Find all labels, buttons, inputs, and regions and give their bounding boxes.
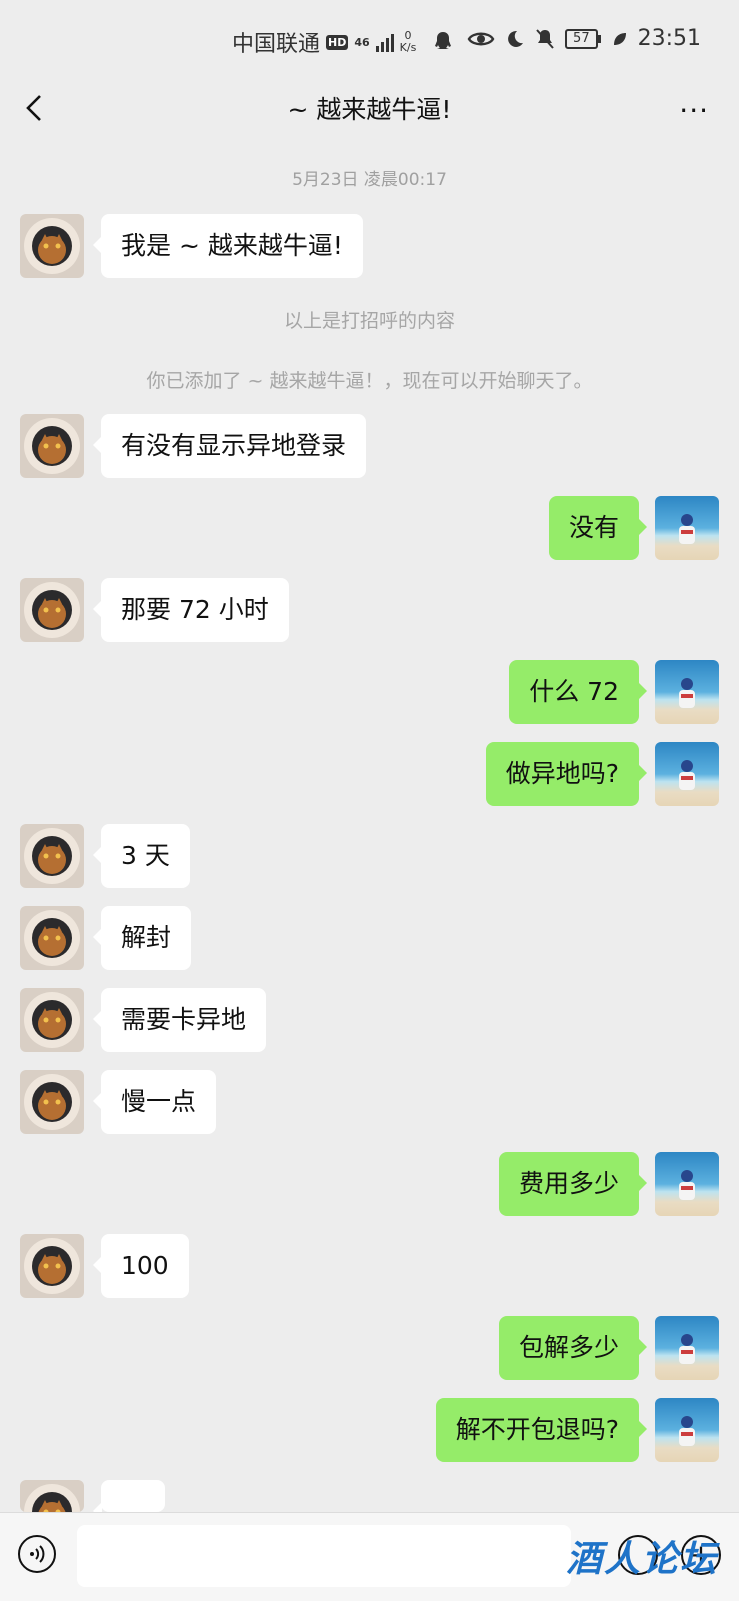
contact-avatar[interactable] xyxy=(20,1480,84,1512)
more-options-button[interactable]: ··· xyxy=(679,94,709,127)
contact-avatar[interactable] xyxy=(20,824,84,888)
my-avatar[interactable] xyxy=(655,1316,719,1380)
message-bubble-outgoing[interactable]: 解不开包退吗? xyxy=(435,1398,648,1462)
contact-avatar[interactable] xyxy=(20,214,84,278)
my-avatar[interactable] xyxy=(655,660,719,724)
contact-avatar[interactable] xyxy=(20,988,84,1052)
battery-level: 57 xyxy=(573,30,590,46)
contact-avatar[interactable] xyxy=(20,906,84,970)
my-avatar[interactable] xyxy=(655,1398,719,1462)
chat-title: ~ 越来越牛逼! xyxy=(287,95,452,124)
message-bubble-incoming[interactable]: 那要 72 小时 xyxy=(93,578,289,642)
signal-icon xyxy=(375,32,394,52)
message-timestamp: 5月23日 凌晨00:17 xyxy=(292,170,447,190)
clock: 23:51 xyxy=(637,26,701,51)
message-bubble-incoming[interactable]: 我是 ~ 越来越牛逼! xyxy=(93,214,363,278)
contact-avatar[interactable] xyxy=(20,1070,84,1134)
moon-icon xyxy=(508,30,524,47)
voice-icon[interactable] xyxy=(18,1535,56,1573)
my-avatar[interactable] xyxy=(655,742,719,806)
message-bubble-incoming[interactable]: 有没有显示异地登录 xyxy=(92,414,367,478)
mute-bell-icon xyxy=(536,28,554,49)
system-message: 以上是打招呼的内容 xyxy=(283,310,455,332)
watermark-logo: 酒人论坛 xyxy=(566,1539,719,1580)
carrier-name: 中国联通 xyxy=(232,32,321,57)
contact-avatar[interactable] xyxy=(20,1234,84,1298)
message-input[interactable] xyxy=(77,1525,571,1587)
leaf-icon xyxy=(613,32,626,45)
contact-avatar[interactable] xyxy=(20,414,84,478)
message-bubble-outgoing[interactable]: 费用多少 xyxy=(498,1152,648,1216)
speed-unit: K/s xyxy=(399,41,417,54)
message-bubble-outgoing[interactable]: 什么 72 xyxy=(509,660,647,724)
message-bubble-incoming[interactable]: 100 xyxy=(93,1234,189,1298)
battery-icon: 57 xyxy=(565,28,601,49)
status-bar: 中国联通 HD 46 0 K/s 57 23:51 xyxy=(0,0,739,80)
message-bubble-incoming[interactable]: 3 天 xyxy=(93,824,190,888)
message-bubble-outgoing[interactable]: 包解多少 xyxy=(498,1316,648,1380)
network-type: 46 xyxy=(354,35,370,49)
hd-icon: HD xyxy=(326,34,349,50)
message-bubble-outgoing[interactable]: 做异地吗? xyxy=(485,742,648,806)
my-avatar[interactable] xyxy=(655,496,719,560)
message-bubble-outgoing[interactable]: 没有 xyxy=(548,496,648,560)
eye-icon xyxy=(467,32,495,45)
message-bubble-incoming[interactable]: 慢一点 xyxy=(92,1070,217,1134)
qq-icon xyxy=(435,32,452,49)
system-message: 你已添加了 ~ 越来越牛逼！，现在可以开始聊天了。 xyxy=(146,370,593,392)
chat-header: ~ 越来越牛逼! ··· xyxy=(0,80,739,136)
message-bubble-incoming[interactable]: 需要卡异地 xyxy=(92,988,267,1052)
voice-wave-icon xyxy=(30,1545,45,1563)
message-bubble-incoming-partial[interactable] xyxy=(93,1480,165,1520)
contact-avatar[interactable] xyxy=(20,578,84,642)
message-bubble-incoming[interactable]: 解封 xyxy=(92,906,192,970)
my-avatar[interactable] xyxy=(655,1152,719,1216)
network-speed: 0 K/s xyxy=(400,30,417,54)
